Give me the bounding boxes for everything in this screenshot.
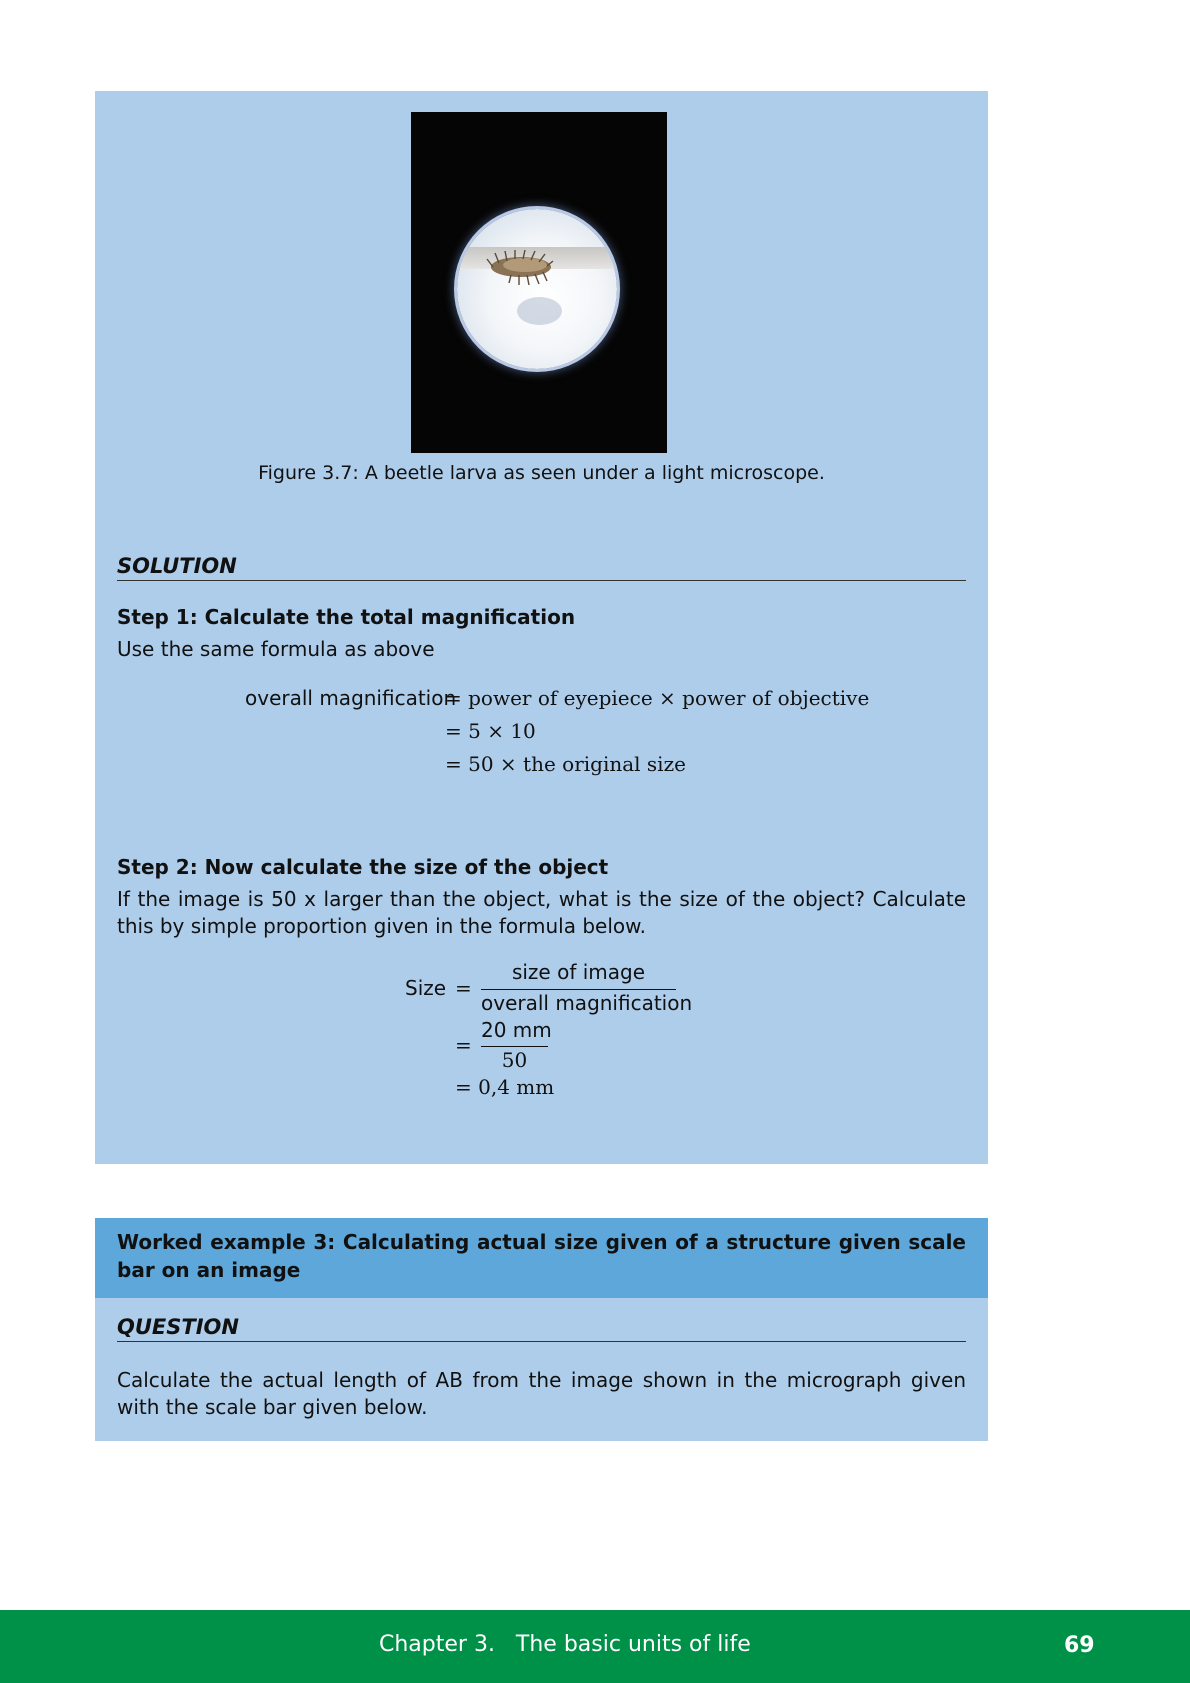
- frac1-denominator: overall magnification: [481, 991, 693, 1015]
- beetle-larva-image: [411, 112, 667, 453]
- equals-sign: =: [455, 976, 472, 1000]
- page-footer: Chapter 3. The basic units of life 69: [0, 1610, 1190, 1683]
- solution-heading: SOLUTION: [117, 554, 966, 581]
- chapter-title: Chapter 3. The basic units of life: [379, 1632, 751, 1657]
- eq1-rhs: = power of eyepiece × power of objective: [445, 686, 870, 710]
- larva-shadow: [517, 297, 562, 325]
- eq1-lhs: overall magnification: [245, 686, 457, 710]
- figure-caption: Figure 3.7: A beetle larva as seen under…: [258, 462, 825, 484]
- frac1-numerator: size of image: [511, 960, 646, 984]
- equals-sign-2: =: [455, 1033, 472, 1057]
- step1-text: Use the same formula as above: [117, 637, 435, 661]
- question-heading: QUESTION: [117, 1315, 966, 1342]
- frac1-line: [481, 989, 676, 990]
- step2-text: If the image is 50 x larger than the obj…: [117, 887, 966, 938]
- microscope-field-of-view: [457, 209, 617, 369]
- eq2: = 5 × 10: [445, 719, 536, 743]
- result: = 0,4 mm: [455, 1075, 555, 1099]
- step2-title: Step 2: Now calculate the size of the ob…: [117, 855, 609, 879]
- question-text: Calculate the actual length of AB from t…: [117, 1368, 966, 1419]
- step1-title: Step 1: Calculate the total magnificatio…: [117, 605, 576, 629]
- frac2-numerator: 20 mm: [481, 1018, 552, 1042]
- size-label: Size: [405, 976, 447, 1000]
- worked-example-heading: Worked example 3: Calculating actual siz…: [117, 1230, 966, 1282]
- page-number: 69: [1064, 1633, 1095, 1658]
- frac2-line: [481, 1046, 548, 1047]
- larva-icon: [486, 249, 554, 286]
- eq3: = 50 × the original size: [445, 752, 686, 776]
- frac2-denominator: 50: [501, 1048, 528, 1072]
